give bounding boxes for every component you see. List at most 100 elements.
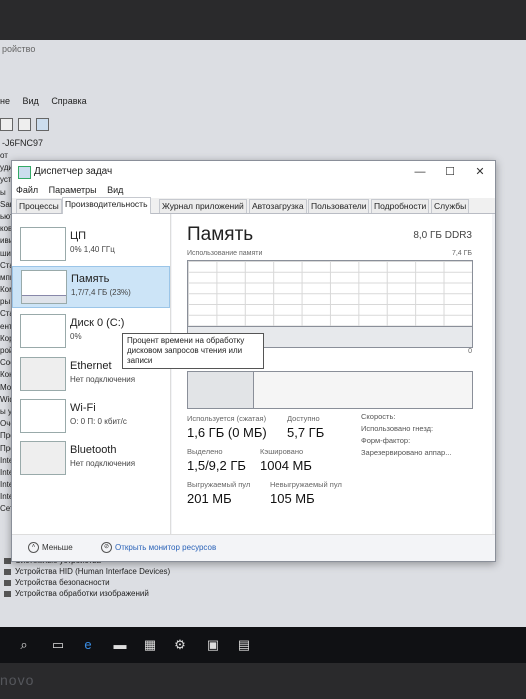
memory-composition-bar <box>187 371 473 409</box>
memory-composition-used <box>188 372 255 408</box>
sidebar-item-memory[interactable]: Память 1,7/7,4 ГБ (23%) <box>12 266 170 308</box>
edge-icon[interactable]: e <box>80 637 96 653</box>
sidebar-item-label: Память <box>71 273 110 285</box>
tab-users[interactable]: Пользователи <box>308 199 370 213</box>
form-factor-label: Форм-фактор: <box>361 436 411 445</box>
ethernet-thumbnail <box>20 357 66 391</box>
committed-value: 1,5/9,2 ГБ <box>187 458 246 473</box>
monitor-icon[interactable] <box>36 118 49 131</box>
file-explorer-icon[interactable]: ▬ <box>112 637 128 653</box>
in-use-label: Используется (сжатая) <box>187 414 267 423</box>
disk-tooltip: Процент времени на обработку дисковом за… <box>122 333 264 369</box>
memory-total: 8,0 ГБ DDR3 <box>413 230 472 241</box>
committed-label: Выделено <box>187 447 223 456</box>
menu-help[interactable]: Справка <box>51 96 86 106</box>
available-value: 5,7 ГБ <box>287 425 325 440</box>
tree-item[interactable]: Устройства безопасности <box>0 577 170 588</box>
sidebar-item-sub: 1,7/7,4 ГБ (23%) <box>71 288 131 297</box>
memory-thumbnail <box>21 270 67 304</box>
tab-processes[interactable]: Процессы <box>16 199 62 213</box>
tab-performance[interactable]: Производительность <box>62 197 151 214</box>
sidebar-item-sub: Нет подключения <box>70 375 136 384</box>
device-manager-title: ройство <box>2 44 36 54</box>
cpu-thumbnail <box>20 227 66 261</box>
sidebar-item-label: ЦП <box>70 230 87 242</box>
tree-item[interactable]: Устройства обработки изображений <box>0 588 170 599</box>
menu-file[interactable]: Файл <box>16 185 38 195</box>
taskbar: ⌕ ▭ e ▬ ▦ ⚙ ▣ ▤ <box>0 627 526 663</box>
paged-pool-label: Выгружаемый пул <box>187 480 251 489</box>
sidebar-item-label: Bluetooth <box>70 444 117 456</box>
footer: ˄ Меньше ⊘ Открыть монитор ресурсов <box>12 534 495 561</box>
menu-options[interactable]: Параметры <box>49 185 97 195</box>
slots-label: Использовано гнезд: <box>361 424 434 433</box>
task-manager-taskbar-icon[interactable]: ▤ <box>236 637 252 653</box>
device-manager-menu: не Вид Справка <box>0 96 97 106</box>
device-manager-toolbar <box>0 116 526 134</box>
store-icon[interactable]: ▦ <box>142 637 158 653</box>
computer-name[interactable]: -J6FNC97 <box>2 138 43 148</box>
task-manager-icon <box>18 166 31 179</box>
sidebar-item-label: Wi-Fi <box>70 402 96 414</box>
disk-thumbnail <box>20 314 66 348</box>
resource-monitor-icon: ⊘ <box>101 542 112 553</box>
menu-view[interactable]: Вид <box>23 96 39 106</box>
sidebar-item-sub: 0% <box>70 332 82 341</box>
sidebar-item-wifi[interactable]: Wi-Fi О: 0 П: 0 кбит/с <box>12 396 168 436</box>
panel-title: Память <box>187 224 254 245</box>
device-icon <box>4 579 11 586</box>
window-title: Диспетчер задач <box>34 166 113 177</box>
task-view-icon[interactable]: ▭ <box>50 637 66 653</box>
device-icon <box>4 590 11 597</box>
menu-bar: Файл Параметры Вид <box>12 183 495 198</box>
hardware-reserved-label: Зарезервировано аппар... <box>361 448 452 457</box>
cached-label: Кэшировано <box>260 447 304 456</box>
settings-gear-icon[interactable]: ⚙ <box>172 637 188 653</box>
bluetooth-thumbnail <box>20 441 66 475</box>
minimize-button[interactable]: — <box>405 161 435 183</box>
nonpaged-pool-value: 105 МБ <box>270 491 315 506</box>
menu-view[interactable]: Вид <box>107 185 123 195</box>
bezel-logo: novo <box>0 672 35 688</box>
tab-startup[interactable]: Автозагрузка <box>249 199 307 213</box>
sidebar-item-sub: Нет подключения <box>70 459 136 468</box>
tab-strip: Процессы Производительность Журнал прило… <box>12 197 495 214</box>
cached-value: 1004 МБ <box>260 458 312 473</box>
speed-label: Скорость: <box>361 412 396 421</box>
nonpaged-pool-label: Невыгружаемый пул <box>270 480 342 489</box>
device-icon <box>4 557 11 564</box>
sidebar-item-label: Ethernet <box>70 360 112 372</box>
sidebar-item-sub: О: 0 П: 0 кбит/с <box>70 417 127 426</box>
performance-sidebar: ЦП 0% 1,40 ГГц Память 1,7/7,4 ГБ (23%) Д… <box>12 214 171 534</box>
graph-max: 7,4 ГБ <box>451 250 472 257</box>
device-manager-taskbar-icon[interactable]: ▣ <box>205 637 221 653</box>
title-bar[interactable]: Диспетчер задач — ☐ ✕ <box>12 161 495 183</box>
available-label: Доступно <box>287 414 320 423</box>
chevron-up-icon[interactable]: ˄ <box>28 542 39 553</box>
close-button[interactable]: ✕ <box>465 161 495 183</box>
sidebar-item-cpu[interactable]: ЦП 0% 1,40 ГГц <box>12 224 168 264</box>
memory-thumbnail-fill <box>22 294 66 303</box>
graph-min: 0 <box>468 348 472 355</box>
memory-panel: Память 8,0 ГБ DDR3 Использование памяти … <box>172 214 492 534</box>
sidebar-item-bluetooth[interactable]: Bluetooth Нет подключения <box>12 438 168 478</box>
search-icon[interactable]: ⌕ <box>16 637 32 653</box>
paged-pool-value: 201 МБ <box>187 491 232 506</box>
sidebar-item-label: Диск 0 (C:) <box>70 317 125 329</box>
graph-label: Использование памяти <box>187 250 263 257</box>
device-icon <box>4 568 11 575</box>
tab-details[interactable]: Подробности <box>371 199 430 213</box>
help-icon[interactable] <box>18 118 31 131</box>
maximize-button[interactable]: ☐ <box>435 161 465 183</box>
properties-icon[interactable] <box>0 118 13 131</box>
sidebar-item-sub: 0% 1,40 ГГц <box>70 245 115 254</box>
in-use-value: 1,6 ГБ (0 МБ) <box>187 425 267 440</box>
fewer-details-button[interactable]: Меньше <box>42 543 73 552</box>
tree-item[interactable]: Устройства HID (Human Interface Devices) <box>0 566 170 577</box>
task-manager-window: Диспетчер задач — ☐ ✕ Файл Параметры Вид… <box>11 160 496 562</box>
wifi-thumbnail <box>20 399 66 433</box>
open-resource-monitor-link[interactable]: Открыть монитор ресурсов <box>115 543 216 552</box>
menu-action[interactable]: не <box>0 96 10 106</box>
tab-app-history[interactable]: Журнал приложений <box>159 199 247 213</box>
tab-services[interactable]: Службы <box>431 199 470 213</box>
